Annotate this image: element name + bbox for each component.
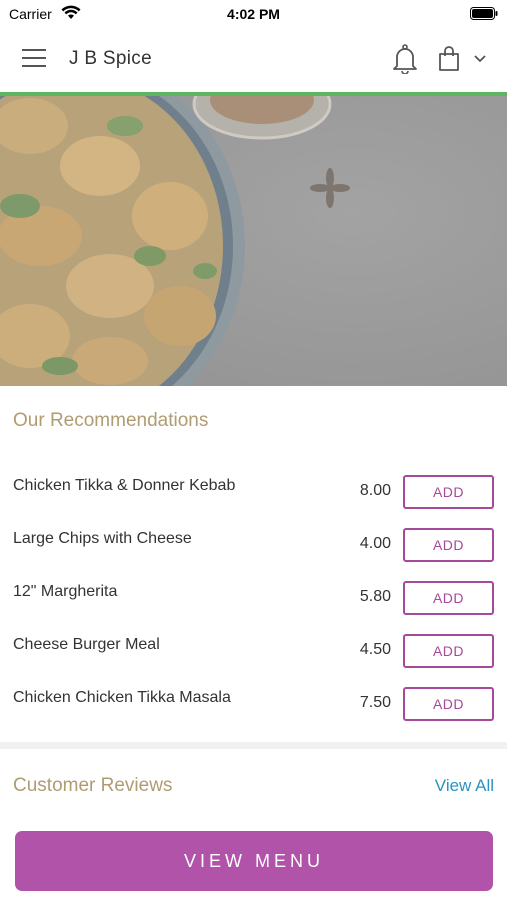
add-button[interactable]: ADD [403, 475, 494, 509]
reviews-heading: Customer Reviews [13, 775, 173, 796]
view-all-link[interactable]: View All [435, 776, 494, 796]
list-item: 12" Margherita 5.80 ADD [0, 576, 507, 629]
list-item: Large Chips with Cheese 4.00 ADD [0, 523, 507, 576]
item-name: Chicken Tikka & Donner Kebab [13, 477, 236, 494]
item-price: 4.00 [359, 535, 391, 552]
battery-icon [470, 7, 498, 20]
item-name: Chicken Chicken Tikka Masala [13, 689, 231, 706]
view-menu-button[interactable]: VIEW MENU [15, 831, 493, 891]
list-item: Chicken Tikka & Donner Kebab 8.00 ADD [0, 470, 507, 523]
item-price: 4.50 [359, 641, 391, 658]
recommendations-list: Chicken Tikka & Donner Kebab 8.00 ADD La… [0, 470, 507, 735]
item-price: 5.80 [359, 588, 391, 605]
list-item: Chicken Chicken Tikka Masala 7.50 ADD [0, 682, 507, 735]
add-button[interactable]: ADD [403, 528, 494, 562]
item-name: Large Chips with Cheese [13, 530, 192, 547]
status-bar: Carrier 4:02 PM [0, 0, 507, 28]
menu-icon[interactable] [22, 49, 48, 71]
clock: 4:02 PM [227, 6, 280, 22]
item-name: 12" Margherita [13, 583, 118, 600]
recommendations-heading: Our Recommendations [13, 410, 209, 431]
section-divider [0, 742, 507, 749]
item-price: 7.50 [359, 694, 391, 711]
add-button[interactable]: ADD [403, 581, 494, 615]
item-price: 8.00 [359, 482, 391, 499]
list-item: Cheese Burger Meal 4.50 ADD [0, 629, 507, 682]
bell-icon[interactable] [392, 44, 418, 74]
chevron-down-icon[interactable] [473, 54, 487, 64]
add-button[interactable]: ADD [403, 687, 494, 721]
restaurant-title: J B Spice [69, 48, 152, 69]
hero-image [0, 96, 507, 386]
header-bar: J B Spice [0, 28, 507, 92]
add-button[interactable]: ADD [403, 634, 494, 668]
item-name: Cheese Burger Meal [13, 636, 160, 653]
shopping-bag-icon[interactable] [438, 46, 460, 72]
